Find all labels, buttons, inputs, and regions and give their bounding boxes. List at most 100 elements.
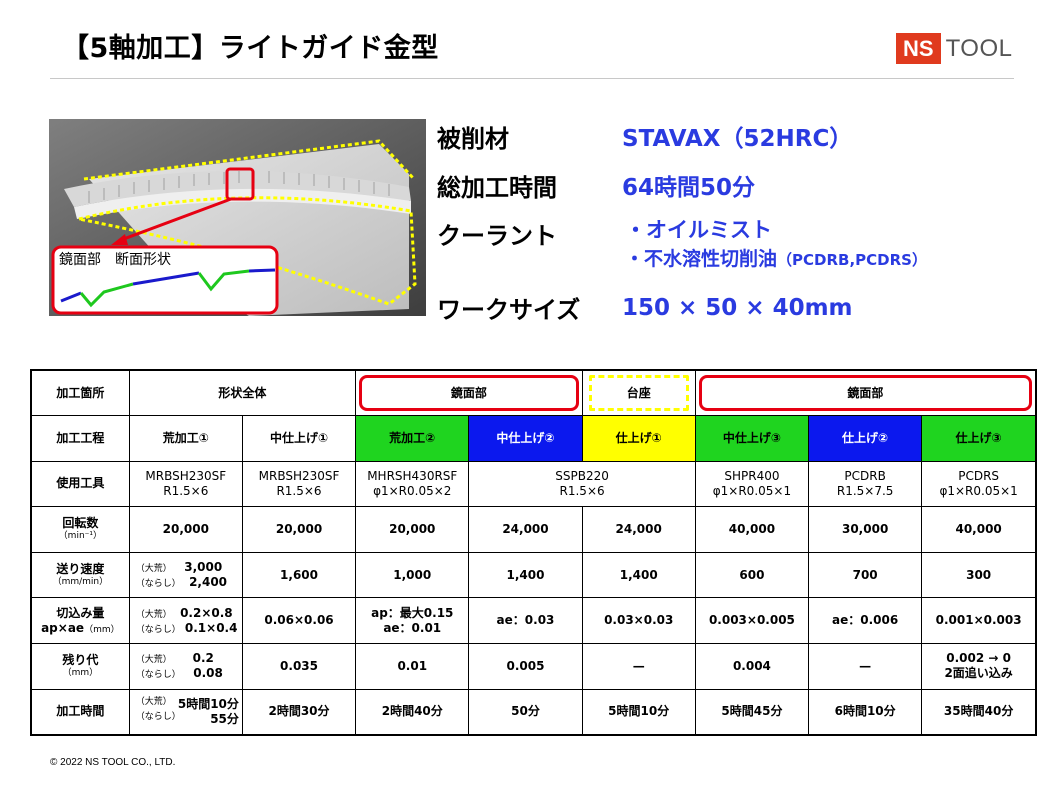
area-whole: 形状全体 <box>128 369 357 417</box>
page-title: 【5軸加工】ライトガイド金型 <box>62 33 439 64</box>
rpm-c4: 24,000 <box>468 506 583 553</box>
table-row-process: 加工工程 荒加工① 中仕上げ① 荒加工② 中仕上げ② 仕上げ① 中仕上げ③ 仕上… <box>30 415 1037 462</box>
stock-c2: 0.035 <box>241 643 357 690</box>
product-photo <box>49 119 426 316</box>
cut-c3: ap：最大0.15 ae：0.01 <box>355 597 470 645</box>
rpm-label: 回転数 <box>62 516 99 531</box>
row-label-stock: 残り代 （mm） <box>30 643 130 690</box>
cut-c6: 0.003×0.005 <box>694 597 810 645</box>
time-c1b-key: （ならし） <box>135 711 181 722</box>
rpm-c2: 20,000 <box>241 506 357 553</box>
coolant-label: クーラント <box>437 222 557 250</box>
tool-c7-size: R1.5×7.5 <box>836 483 894 498</box>
feed-c8: 300 <box>921 551 1037 599</box>
row-label-process: 加工工程 <box>30 415 130 462</box>
process-c7: 仕上げ② <box>808 415 923 462</box>
cut-label-2: ap×ae <box>41 620 85 635</box>
time-c1b-val: 55分 <box>210 711 239 726</box>
tool-c8: PCDRS φ1×R0.05×1 <box>921 460 1037 508</box>
area-mirror-1: 鏡面部 <box>355 369 583 417</box>
process-c5: 仕上げ① <box>581 415 696 462</box>
material-label: 被削材 <box>437 125 509 153</box>
tool-c2: MRBSH230SF R1.5×6 <box>241 460 357 508</box>
feed-c6: 600 <box>694 551 810 599</box>
cut-c7: ae：0.006 <box>808 597 923 645</box>
stock-c1b-key: （ならし） <box>135 670 181 681</box>
cut-label: 切込み量 <box>56 605 105 620</box>
stock-c6: 0.004 <box>694 643 810 690</box>
row-label-rpm: 回転数 （min⁻¹） <box>30 506 130 553</box>
rpm-c7: 30,000 <box>808 506 923 553</box>
feed-c5: 1,400 <box>581 551 696 599</box>
time-c6: 5時間45分 <box>694 688 810 736</box>
tool-c8-size: φ1×R0.05×1 <box>939 483 1018 498</box>
rpm-unit: （min⁻¹） <box>58 531 103 542</box>
mirror-2-box <box>698 375 1032 412</box>
cut-unit: （mm） <box>84 624 120 635</box>
cut-c1b-val: 0.1×0.4 <box>184 620 238 635</box>
stock-c7: — <box>808 643 923 690</box>
process-c2: 中仕上げ① <box>241 415 357 462</box>
area-mirror-2: 鏡面部 <box>694 369 1037 417</box>
cut-c1: （大荒） 0.2×0.8 （ならし） 0.1×0.4 <box>128 597 243 645</box>
cut-c1b-key: （ならし） <box>135 624 181 635</box>
tool-c6-name: SHPR400 <box>724 468 780 483</box>
coolant-item-2-main: ・不水溶性切削油 <box>625 248 778 270</box>
base-box <box>588 375 689 412</box>
cut-c3-ap: ap：最大0.15 <box>371 605 454 620</box>
title-divider <box>50 78 1014 79</box>
feed-c1a-val: 3,000 <box>184 559 223 574</box>
time-c3: 2時間40分 <box>355 688 470 736</box>
time-c2: 2時間30分 <box>241 688 357 736</box>
tool-c3-size: φ1×R0.05×2 <box>373 483 452 498</box>
tool-c6-size: φ1×R0.05×1 <box>712 483 792 498</box>
stock-c4: 0.005 <box>468 643 583 690</box>
cut-c1a-key: （大荒） <box>135 609 172 620</box>
logo-tool: TOOL <box>945 34 1013 62</box>
tool-c1-name: MRBSH230SF <box>145 468 227 483</box>
cut-c8: 0.001×0.003 <box>921 597 1037 645</box>
cut-c3-ae: ae：0.01 <box>383 620 442 635</box>
stock-c8-b: 2面追い込み <box>944 666 1013 681</box>
stock-c1b-val: 0.08 <box>193 666 223 681</box>
table-row-feed: 送り速度 （mm/min） （大荒） 3,000 （ならし） 2,400 1,60… <box>30 551 1037 599</box>
logo-ns: NS <box>896 33 941 64</box>
process-c3: 荒加工② <box>355 415 470 462</box>
feed-c7: 700 <box>808 551 923 599</box>
tool-c7: PCDRB R1.5×7.5 <box>808 460 923 508</box>
process-c6: 中仕上げ③ <box>694 415 810 462</box>
stock-c8: 0.002 → 0 2面追い込み <box>921 643 1037 690</box>
tool-c8-name: PCDRS <box>958 468 1000 483</box>
cut-c2: 0.06×0.06 <box>241 597 357 645</box>
coolant-item-1: ・オイルミスト <box>625 218 772 242</box>
tool-c3: MHRSH430RSF φ1×R0.05×2 <box>355 460 470 508</box>
time-c4: 50分 <box>468 688 583 736</box>
copyright: © 2022 NS TOOL CO., LTD. <box>50 757 176 768</box>
size-label: ワークサイズ <box>437 296 581 324</box>
stock-c1: （大荒） 0.2 （ならし） 0.08 <box>128 643 243 690</box>
time-c8: 35時間40分 <box>921 688 1037 736</box>
feed-c1: （大荒） 3,000 （ならし） 2,400 <box>128 551 243 599</box>
time-c1a-val: 5時間10分 <box>177 696 239 711</box>
stock-c1a-key: （大荒） <box>135 655 172 666</box>
feed-c4: 1,400 <box>468 551 583 599</box>
time-value: 64時間50分 <box>622 175 756 201</box>
process-c1: 荒加工① <box>128 415 243 462</box>
time-c5: 5時間10分 <box>581 688 696 736</box>
tool-c7-name: PCDRB <box>844 468 886 483</box>
time-label: 総加工時間 <box>437 174 557 202</box>
feed-c1b-val: 2,400 <box>189 575 228 590</box>
stock-c8-a: 0.002 → 0 <box>946 651 1011 666</box>
process-c4: 中仕上げ② <box>468 415 583 462</box>
inset-label: 鏡面部 断面形状 <box>59 252 171 268</box>
rpm-c5: 24,000 <box>581 506 696 553</box>
mirror-1-box <box>359 375 579 412</box>
rpm-c6: 40,000 <box>694 506 810 553</box>
tool-c3-name: MHRSH430RSF <box>367 468 458 483</box>
stock-c5: — <box>581 643 696 690</box>
stock-label: 残り代 <box>62 653 99 668</box>
stock-c1a-val: 0.2 <box>192 651 214 666</box>
table-row-rpm: 回転数 （min⁻¹） 20,000 20,000 20,000 24,000 2… <box>30 506 1037 553</box>
tool-c1: MRBSH230SF R1.5×6 <box>128 460 243 508</box>
row-label-time: 加工時間 <box>30 688 130 736</box>
